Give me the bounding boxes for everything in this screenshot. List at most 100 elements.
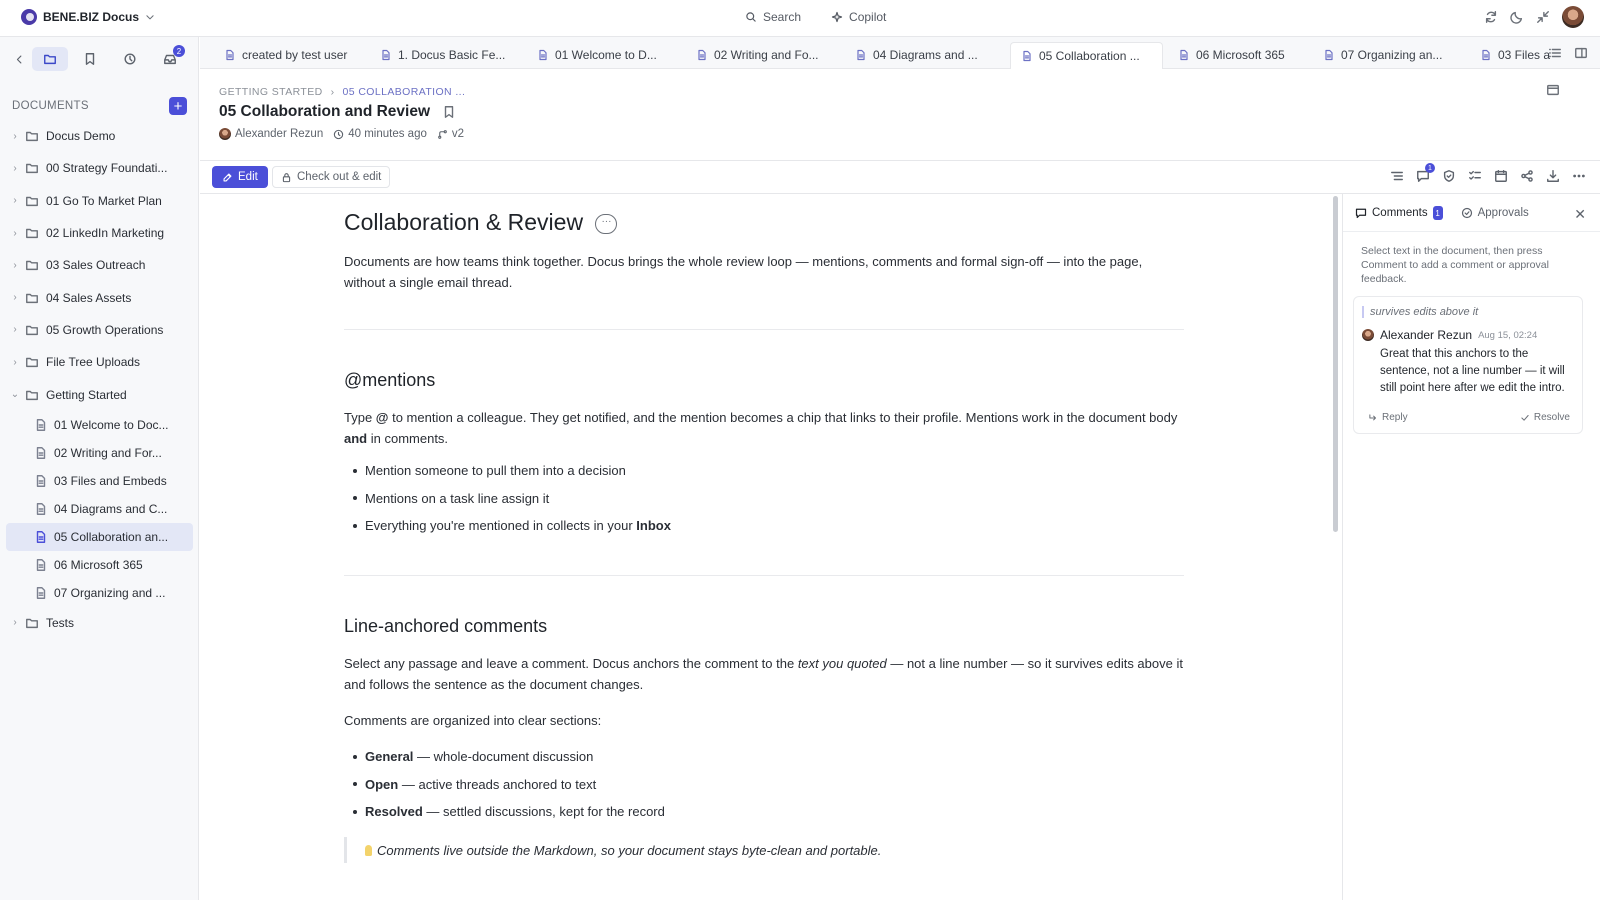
comment-thread[interactable]: survives edits above it Alexander Rezun … [1353,296,1583,434]
collapse-sidebar-button[interactable] [10,47,28,71]
breadcrumb-item-current[interactable]: 05 COLLABORATION ... [343,86,466,98]
tree-doc-label: 04 Diagrams and C... [54,501,168,516]
doc-tab[interactable]: 02 Writing and Fo... [686,42,829,68]
tab-label: 04 Diagrams and ... [873,48,978,62]
folder-open-icon [26,390,38,400]
list-item-text: Resolved — settled discussions, kept for… [365,801,665,822]
tree-doc-selected[interactable]: 05 Collaboration an... [6,522,193,551]
checklist-icon[interactable] [1468,169,1482,183]
lock-icon [282,172,291,182]
document-icon [226,49,234,61]
tree-folder[interactable]: › File Tree Uploads [6,346,193,378]
inbox-view-button[interactable]: 2 [152,45,188,71]
doc-tab[interactable]: created by test user [214,42,357,68]
tree-folder[interactable]: › 00 Strategy Foundati... [6,152,193,184]
doc-tab-active[interactable]: 05 Collaboration ... [1010,42,1163,69]
text-run: to mention a colleague. They get notifie… [388,410,1178,425]
tree-folder[interactable]: › 03 Sales Outreach [6,249,193,281]
user-avatar[interactable] [1562,6,1584,28]
folder-icon [26,293,38,303]
tree-doc[interactable]: 02 Writing and For... [6,439,193,467]
tab-comments[interactable]: Comments 1 [1355,206,1443,220]
tree-doc-label: 06 Microsoft 365 [54,557,143,572]
folder-icon [26,131,38,142]
tab-label: 1. Docus Basic Fe... [398,48,506,62]
text-run: — active threads anchored to text [398,776,597,792]
search-button[interactable]: Search [745,10,801,24]
tree-doc-label: 05 Collaboration an... [54,529,169,544]
doc-tab[interactable]: 04 Diagrams and ... [845,42,988,68]
history-view-button[interactable] [112,47,148,71]
tree-folder[interactable]: › 05 Growth Operations [6,314,193,346]
outline-icon[interactable] [1390,169,1404,183]
tree-folder[interactable]: › 01 Go To Market Plan [6,185,193,217]
document-body[interactable]: Collaboration & Review ··· Documents are… [200,194,1342,900]
checkout-edit-button[interactable]: Check out & edit [272,166,391,188]
new-document-button[interactable]: + [169,97,187,115]
doc-tab[interactable]: 01 Welcome to D... [527,42,667,68]
tree-doc[interactable]: 03 Files and Embeds [6,467,193,495]
bookmark-icon [85,53,95,65]
article-heading-text: Collaboration & Review [344,209,584,235]
list-item-text: General — whole-document discussion [365,746,593,767]
text-run-bold: General [365,749,414,765]
version-label[interactable]: v2 [452,128,464,140]
tab-approvals[interactable]: Approvals [1461,207,1529,219]
reply-button[interactable]: Reply [1368,412,1408,423]
split-view-icon[interactable] [1574,46,1588,60]
comment-quote[interactable]: survives edits above it [1362,306,1478,318]
resolve-button[interactable]: Resolve [1520,412,1570,423]
more-icon[interactable] [1572,169,1586,183]
chevron-left-icon [16,55,21,63]
tab-list-icon[interactable] [1548,46,1562,60]
layout-icon[interactable] [1546,83,1560,97]
bookmark-icon[interactable] [442,105,456,119]
tree-folder[interactable]: › Docus Demo [6,120,193,152]
comment-date: Aug 15, 02:24 [1478,329,1538,341]
breadcrumb-separator: › [330,86,335,98]
line-comments-paragraph: Select any passage and leave a comment. … [344,653,1184,695]
share-icon[interactable] [1520,169,1534,183]
doc-tab[interactable]: 03 Files a [1470,42,1560,68]
tree-doc[interactable]: 01 Welcome to Doc... [6,411,193,439]
app-logo-icon [21,9,37,25]
tree-doc[interactable]: 07 Organizing and ... [6,579,193,607]
dark-mode-icon[interactable] [1510,10,1524,24]
workspace-switcher[interactable]: BENE.BIZ Docus [21,9,155,25]
doc-tab[interactable]: 1. Docus Basic Fe... [370,42,515,68]
download-icon[interactable] [1546,169,1560,183]
approval-shield-icon[interactable] [1442,169,1456,183]
text-run-bold: and [344,431,368,446]
breadcrumb-item[interactable]: GETTING STARTED [219,86,323,98]
copilot-button[interactable]: Copilot [831,10,886,24]
tree-folder-getting-started[interactable]: ⌄ Getting Started [6,378,193,410]
doc-tab[interactable]: 07 Organizing an... [1313,42,1452,68]
folder-icon [26,358,38,368]
list-item: Open — active threads anchored to text [344,771,665,799]
doc-tab[interactable]: 06 Microsoft 365 [1168,42,1295,68]
tree-folder[interactable]: › 04 Sales Assets [6,281,193,313]
chevron-right-icon: › [13,162,17,174]
list-item: Everything you're mentioned in collects … [344,512,671,540]
sync-icon[interactable] [1484,10,1498,24]
text-run: Select any passage and leave a comment. … [344,656,798,671]
divider [1343,231,1600,232]
tree-folder[interactable]: › Tests [6,607,193,639]
comments-toggle-button[interactable]: 1 [1416,163,1435,183]
document-icon [698,49,706,61]
workspace-name: BENE.BIZ Docus [43,10,140,24]
page-title-text: 05 Collaboration and Review [219,103,431,120]
documents-view-button[interactable] [32,47,68,71]
scrollbar[interactable] [1333,196,1338,532]
tree-folder-label: 00 Strategy Foundati... [46,161,168,176]
bookmarks-view-button[interactable] [72,47,108,71]
document-header: GETTING STARTED › 05 COLLABORATION ... 0… [200,69,1600,161]
tree-folder[interactable]: › 02 LinkedIn Marketing [6,217,193,249]
close-icon[interactable]: ✕ [1574,206,1586,223]
calendar-icon[interactable] [1494,169,1508,183]
tree-doc[interactable]: 06 Microsoft 365 [6,551,193,579]
edit-button[interactable]: Edit [212,166,268,188]
sections-paragraph: Comments are organized into clear sectio… [344,713,602,728]
collapse-icon[interactable] [1536,10,1550,24]
tree-doc[interactable]: 04 Diagrams and C... [6,495,193,523]
